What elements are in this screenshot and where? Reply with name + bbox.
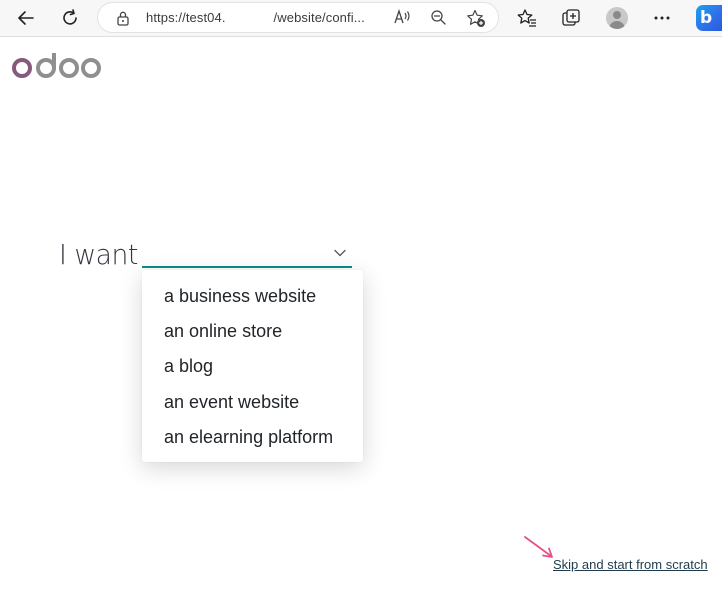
website-type-dropdown: a business website an online store a blo… bbox=[142, 270, 363, 462]
profile-avatar[interactable] bbox=[606, 7, 628, 29]
prompt-label: I want bbox=[59, 238, 138, 271]
avatar-head bbox=[613, 11, 621, 19]
address-bar[interactable]: https://test04. /website/confi... bbox=[98, 3, 498, 32]
lock-icon[interactable] bbox=[116, 10, 130, 26]
refresh-icon bbox=[63, 9, 77, 25]
bing-copilot-button[interactable]: b bbox=[696, 5, 722, 31]
url-redaction bbox=[225, 10, 274, 24]
add-favorite-icon[interactable] bbox=[466, 9, 486, 28]
skip-link[interactable]: Skip and start from scratch bbox=[553, 557, 708, 572]
bing-icon: b bbox=[700, 8, 713, 28]
zoom-out-icon[interactable] bbox=[430, 9, 447, 26]
favorites-list-icon bbox=[517, 9, 536, 27]
chevron-down-icon[interactable] bbox=[334, 249, 346, 257]
browser-toolbar: https://test04. /website/confi... b bbox=[0, 0, 722, 37]
option-online-store[interactable]: an online store bbox=[164, 321, 282, 342]
option-blog[interactable]: a blog bbox=[164, 356, 213, 377]
url-prefix: https://test04. bbox=[146, 10, 226, 25]
back-button[interactable] bbox=[10, 2, 42, 34]
option-business-website[interactable]: a business website bbox=[164, 286, 316, 307]
collections-icon bbox=[562, 9, 580, 26]
avatar-body bbox=[609, 21, 625, 29]
website-type-select[interactable] bbox=[142, 244, 352, 268]
odoo-logo[interactable] bbox=[12, 53, 104, 81]
collections-button[interactable] bbox=[555, 2, 587, 34]
option-elearning-platform[interactable]: an elearning platform bbox=[164, 427, 333, 448]
url-suffix: /website/confi... bbox=[273, 10, 365, 25]
option-event-website[interactable]: an event website bbox=[164, 392, 299, 413]
refresh-button[interactable] bbox=[54, 2, 86, 34]
annotation-arrow-icon bbox=[524, 536, 553, 558]
url-text[interactable]: https://test04. /website/confi... bbox=[146, 10, 365, 25]
favorites-button[interactable] bbox=[511, 2, 543, 34]
ellipsis-icon bbox=[654, 16, 670, 20]
more-options-button[interactable] bbox=[646, 2, 678, 34]
read-aloud-icon[interactable] bbox=[394, 9, 412, 25]
back-arrow-icon bbox=[18, 11, 34, 25]
